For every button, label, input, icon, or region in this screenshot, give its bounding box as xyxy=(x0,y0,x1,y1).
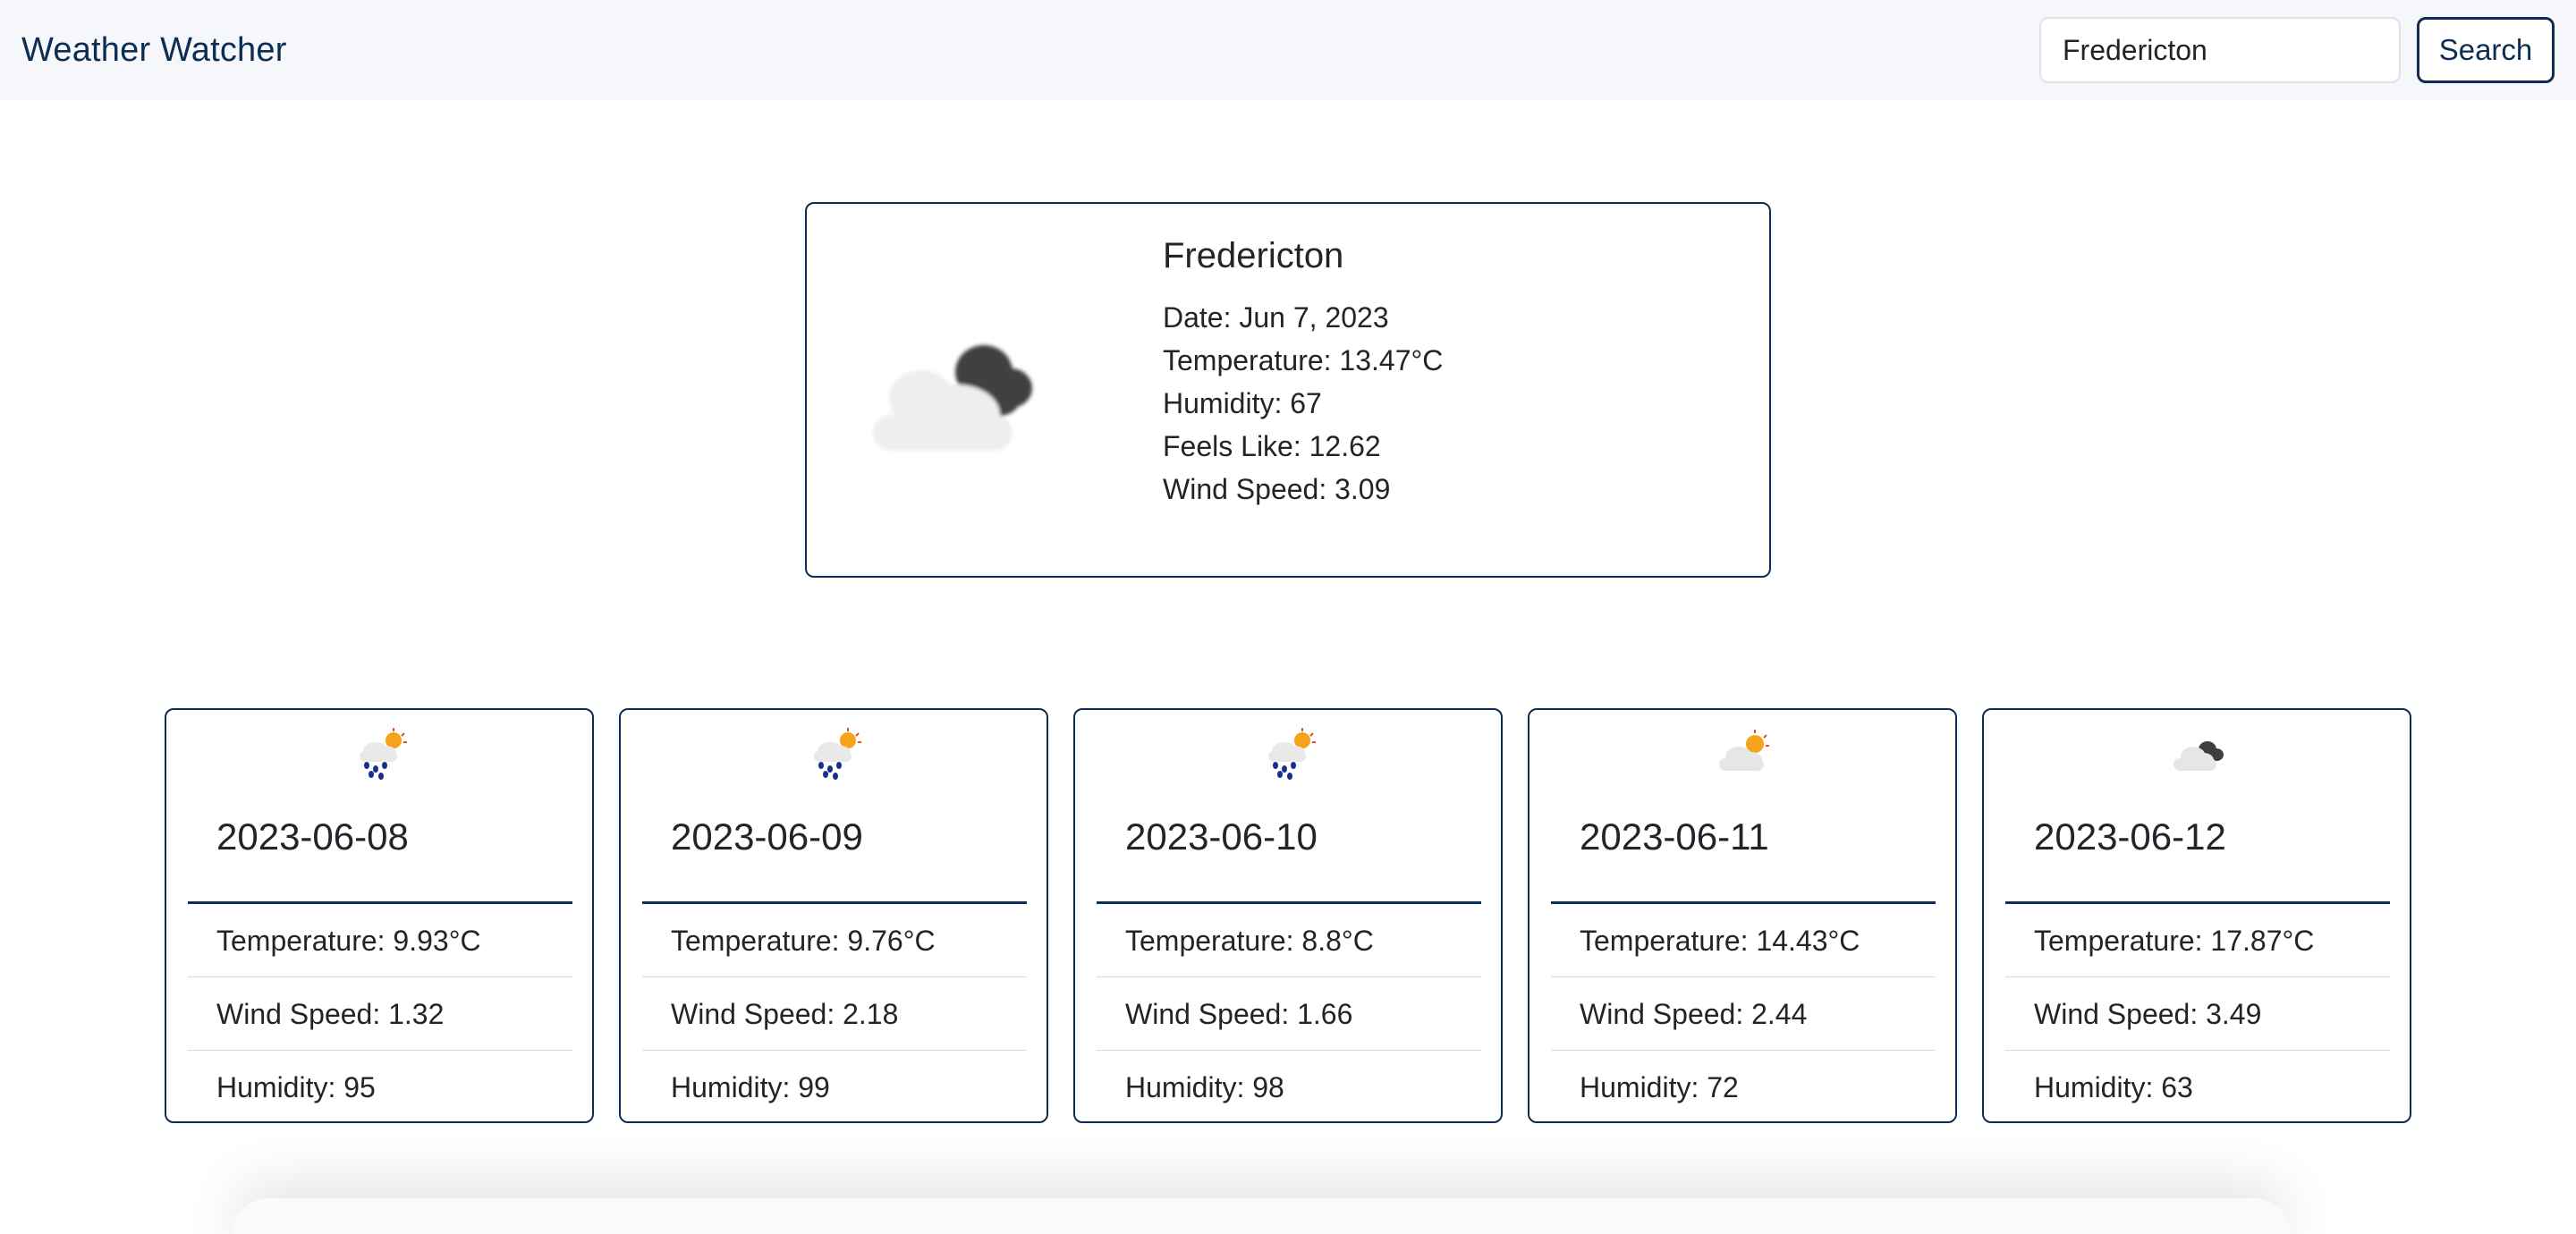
forecast-card: 2023-06-08 Temperature: 9.93°C Wind Spee… xyxy=(165,708,594,1123)
forecast-wind-speed: Wind Speed: 1.32 xyxy=(188,977,572,1051)
search-input[interactable] xyxy=(2039,17,2401,83)
current-humidity: Humidity: 67 xyxy=(1163,387,1322,419)
forecast-card: 2023-06-11 Temperature: 14.43°C Wind Spe… xyxy=(1528,708,1957,1123)
forecast-date: 2023-06-10 xyxy=(1125,816,1318,858)
footer-shadow xyxy=(233,1198,2290,1234)
forecast-humidity: Humidity: 72 xyxy=(1580,1071,1739,1103)
app-title[interactable]: Weather Watcher xyxy=(21,31,287,70)
current-date: Date: Jun 7, 2023 xyxy=(1163,301,1389,334)
forecast-wind-speed: Wind Speed: 1.66 xyxy=(1097,977,1481,1051)
navbar: Weather Watcher Search xyxy=(0,0,2576,100)
current-temperature: Temperature: 13.47°C xyxy=(1163,344,1444,376)
forecast-row: 2023-06-08 Temperature: 9.93°C Wind Spee… xyxy=(165,708,2411,1123)
forecast-date: 2023-06-09 xyxy=(671,816,863,858)
forecast-humidity: Humidity: 95 xyxy=(216,1071,376,1103)
current-wind-speed: Wind Speed: 3.09 xyxy=(1163,473,1391,505)
forecast-card: 2023-06-10 Temperature: 8.8°C Wind Speed… xyxy=(1073,708,1503,1123)
rain-sun-icon xyxy=(1268,728,1316,780)
search-button[interactable]: Search xyxy=(2417,17,2555,83)
forecast-wind-speed: Wind Speed: 3.49 xyxy=(2005,977,2390,1051)
current-feels-like: Feels Like: 12.62 xyxy=(1163,430,1381,462)
cloudy-icon xyxy=(873,345,1032,451)
forecast-humidity: Humidity: 99 xyxy=(671,1071,830,1103)
rain-sun-icon xyxy=(814,728,861,780)
forecast-date: 2023-06-11 xyxy=(1580,816,1769,858)
cloudy-icon xyxy=(2174,741,2224,771)
forecast-humidity: Humidity: 63 xyxy=(2034,1071,2193,1103)
forecast-temperature: Temperature: 17.87°C xyxy=(2005,904,2390,977)
forecast-date: 2023-06-12 xyxy=(2034,816,2226,858)
forecast-card: 2023-06-12 Temperature: 17.87°C Wind Spe… xyxy=(1982,708,2411,1123)
current-weather-card: Fredericton Date: Jun 7, 2023 Temperatur… xyxy=(805,202,1771,578)
forecast-card: 2023-06-09 Temperature: 9.76°C Wind Spee… xyxy=(619,708,1048,1123)
forecast-temperature: Temperature: 9.93°C xyxy=(188,904,572,977)
forecast-temperature: Temperature: 14.43°C xyxy=(1551,904,1936,977)
rain-sun-icon xyxy=(360,728,407,780)
current-info: Fredericton Date: Jun 7, 2023 Temperatur… xyxy=(1163,236,1443,511)
forecast-wind-speed: Wind Speed: 2.18 xyxy=(642,977,1027,1051)
forecast-wind-speed: Wind Speed: 2.44 xyxy=(1551,977,1936,1051)
forecast-date: 2023-06-08 xyxy=(216,816,409,858)
search-form: Search xyxy=(2039,17,2555,83)
forecast-temperature: Temperature: 9.76°C xyxy=(642,904,1027,977)
forecast-humidity: Humidity: 98 xyxy=(1125,1071,1284,1103)
forecast-temperature: Temperature: 8.8°C xyxy=(1097,904,1481,977)
city-name: Fredericton xyxy=(1163,236,1344,275)
cloud-sun-icon xyxy=(1719,730,1769,771)
